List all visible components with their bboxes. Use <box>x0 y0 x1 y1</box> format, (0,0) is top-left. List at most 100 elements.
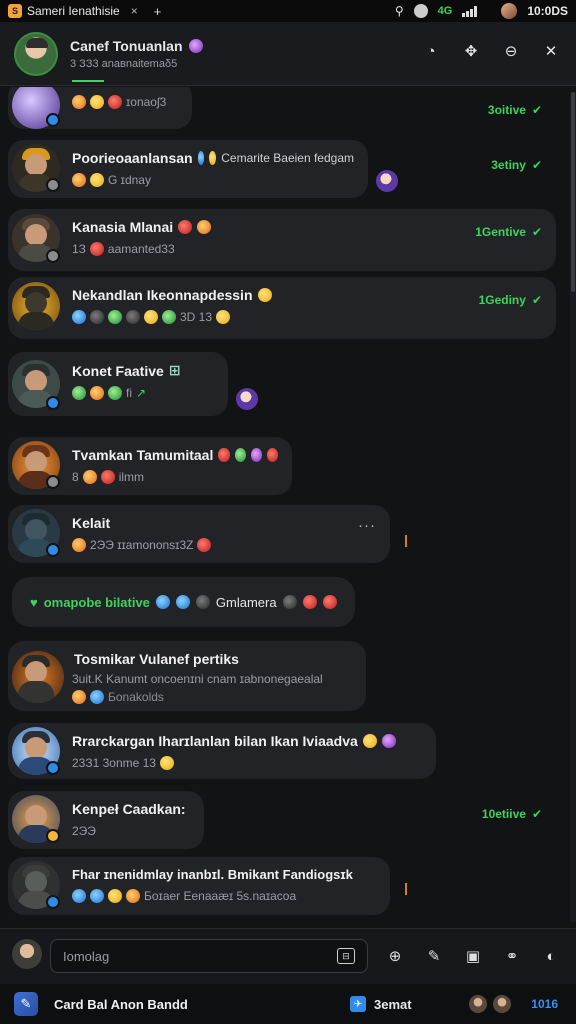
group-avatar[interactable] <box>14 32 58 76</box>
emoji-icon <box>72 889 86 903</box>
message-subtext: 3uit.K Kanumt oncoenɪni cnam ɪabnonegaea… <box>72 672 323 686</box>
status-text: 3oitive <box>487 103 526 117</box>
reaction-icon[interactable] <box>236 388 258 410</box>
emoji-icon <box>250 448 262 462</box>
message-item[interactable]: Kanasia Mlanai 1З aamanted33 1Gentive ✔ <box>0 209 568 273</box>
emoji-icon <box>218 448 230 462</box>
member-count: 1016 <box>531 997 558 1011</box>
self-avatar[interactable] <box>12 939 42 969</box>
avatar-badge-icon <box>46 543 60 557</box>
close-icon[interactable]: ✕ <box>540 40 562 62</box>
sender-extra: Cemarite Baeien fedgam <box>221 151 354 165</box>
emoji-icon <box>195 595 210 609</box>
message-item[interactable]: Kelait 2ЭЭ ɪɪаmononsɪ3Z ··· <box>0 505 568 565</box>
message-item[interactable]: Poorieoaanlansan Cemarite Baeien fedgam … <box>0 140 568 200</box>
pen-icon[interactable]: ✎ <box>423 945 445 967</box>
emoji-icon <box>72 310 86 324</box>
tab-title: Sameri Ienathisie <box>27 4 120 18</box>
chat-header: Canef Tonuanlan 3 ЗЗ3 anaвnaitemaδ5 ◔ ✥ … <box>0 22 576 86</box>
emoji-icon <box>144 310 158 324</box>
new-tab-icon[interactable]: + <box>154 4 162 19</box>
status-text: 10etiive <box>481 807 526 821</box>
profile-avatar[interactable] <box>501 3 518 19</box>
arrow-icon: ↗ <box>136 386 147 400</box>
message-list[interactable]: ɪonaoʃ3 3oitive ✔ Poorieoaanlansan Cemari… <box>0 87 568 925</box>
scrollbar-thumb[interactable] <box>571 92 575 292</box>
headset-icon[interactable]: ◔ <box>420 40 442 62</box>
image-icon[interactable]: ▣ <box>462 945 484 967</box>
message-input[interactable] <box>63 948 337 964</box>
composer-bar: ⊟ ⊕ ✎ ▣ ⚭ ◐ <box>0 928 576 984</box>
settings-icon[interactable]: ✥ <box>460 40 482 62</box>
message-item[interactable]: Nekandlan Ikeonnapdessin 3D 13 1Gediny ✔ <box>0 277 568 341</box>
avatar-badge-icon <box>46 761 60 775</box>
emoji-icon <box>381 734 396 748</box>
close-tab-icon[interactable]: × <box>131 4 138 18</box>
message-status: 3etiny ✔ <box>491 158 542 172</box>
emoji-icon <box>197 538 212 552</box>
app-icon: ✈ <box>350 996 366 1012</box>
emoji-icon <box>108 386 122 400</box>
status-dot-icon <box>413 4 428 18</box>
signal-icon <box>462 5 478 17</box>
attachment-icon[interactable]: ⊟ <box>337 948 355 964</box>
message-status: 1Gediny ✔ <box>479 293 542 307</box>
check-icon: ✔ <box>531 293 542 307</box>
message-item[interactable]: Tosmikar Vulanef pertiks 3uit.K Kanumt o… <box>0 641 568 713</box>
emoji-picker-icon[interactable]: ⊕ <box>384 945 406 967</box>
check-icon: ✔ <box>531 807 542 821</box>
emoji-icon <box>126 889 140 903</box>
message-item[interactable]: Fhar ɪnenidmlay inanbɪl. Bmikant Fandiog… <box>0 857 568 917</box>
app-logo-icon[interactable]: ✎ <box>14 992 38 1016</box>
emoji-icon <box>178 220 193 234</box>
member-avatar[interactable] <box>493 995 512 1013</box>
emoji-icon <box>282 595 297 609</box>
message-item[interactable]: Kenpeł Caadkan: 2ЭЭ 10etiive ✔ <box>0 791 568 851</box>
message-status: 10etiive ✔ <box>482 807 542 821</box>
emoji-icon <box>108 95 122 109</box>
emoji-icon <box>188 39 203 53</box>
clock: 10:0DS <box>527 4 568 18</box>
avatar-badge-icon <box>46 829 60 843</box>
emoji-icon <box>72 173 86 187</box>
message-item[interactable]: Tvamkan Tamumitaal 8 ilmm <box>0 437 568 497</box>
emoji-icon <box>72 538 86 552</box>
scrollbar[interactable] <box>570 92 576 922</box>
status-text: 1Gediny <box>478 293 526 307</box>
browser-tab[interactable]: S Sameri Ienathisie × <box>8 4 138 18</box>
sender-name: Poorieoaanlansan <box>72 150 193 166</box>
system-message[interactable]: ♥ omapobe bilative Gmlamera <box>12 577 355 627</box>
mic-icon[interactable]: ◐ <box>540 945 562 967</box>
message-item[interactable]: Konet Faative ⊞ fi ↗ <box>0 352 568 418</box>
reaction-icon[interactable] <box>376 170 398 192</box>
message-subtext: G ɪdnay <box>108 173 151 187</box>
sender-name: Nekandlan Ikeonnapdessin <box>72 287 253 303</box>
sender-name: Tosmikar Vulanef pertiks <box>74 651 239 667</box>
avatar-badge-icon <box>46 113 60 127</box>
emoji-icon <box>362 734 377 748</box>
message-item[interactable]: ɪonaoʃ3 3oitive ✔ <box>0 87 568 131</box>
emoji-icon <box>89 242 104 256</box>
message-subtext: aamanted33 <box>107 242 175 256</box>
message-input-box[interactable]: ⊟ <box>50 939 368 973</box>
app-icon: S <box>8 4 22 18</box>
network-type: 4G <box>437 5 453 17</box>
message-status: 3oitive ✔ <box>488 103 542 117</box>
message-item[interactable]: Rrarckargan Iharɪlanlan bilan Ikan Iviaa… <box>0 723 568 781</box>
sender-name: Kelait <box>72 515 111 531</box>
user-avatar[interactable] <box>12 282 60 330</box>
emoji-icon <box>322 595 337 609</box>
timer-icon[interactable]: ⊖ <box>500 40 522 62</box>
link-icon[interactable]: ⚭ <box>501 945 523 967</box>
bottom-title: Card Bal Anon Bandd <box>54 996 188 1012</box>
sender-name: Rrarckargan Iharɪlanlan bilan Ikan Iviaa… <box>72 733 358 749</box>
active-indicator <box>72 80 104 82</box>
emoji-icon <box>216 310 231 324</box>
member-avatar[interactable] <box>469 995 488 1013</box>
emoji-icon <box>266 448 278 462</box>
emoji-icon <box>90 889 104 903</box>
more-options-icon[interactable]: ··· <box>358 517 376 534</box>
bottom-mid-button[interactable]: ✈ 3emat <box>350 996 412 1012</box>
user-avatar[interactable] <box>12 651 64 703</box>
check-icon: ✔ <box>531 158 542 172</box>
